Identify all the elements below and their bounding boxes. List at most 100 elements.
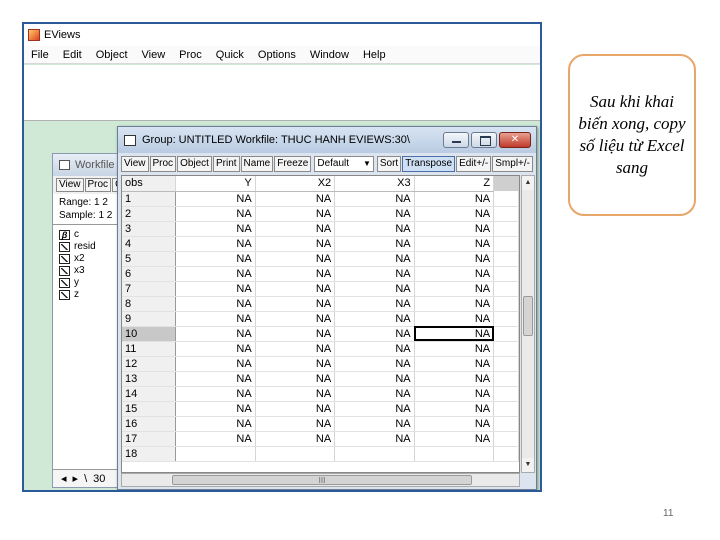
row-header[interactable]: 10 [122, 326, 177, 342]
table-row[interactable]: 5 NA NA NA NA [122, 251, 519, 267]
cell-x3[interactable]: NA [334, 296, 415, 312]
horizontal-scroll-thumb[interactable]: III [172, 475, 472, 485]
cell-x3[interactable]: NA [334, 386, 415, 402]
menu-object[interactable]: Object [89, 49, 135, 61]
cell-x3[interactable]: NA [334, 206, 415, 222]
cell-x2[interactable]: NA [255, 341, 336, 357]
column-header-x2[interactable]: X2 [255, 176, 336, 192]
cell-y[interactable]: NA [175, 206, 256, 222]
table-row[interactable]: 6 NA NA NA NA [122, 266, 519, 282]
row-header[interactable]: 7 [122, 281, 177, 297]
row-header[interactable]: 9 [122, 311, 177, 327]
menu-file[interactable]: File [24, 49, 56, 61]
row-header[interactable]: 14 [122, 386, 177, 402]
table-row[interactable]: 9 NA NA NA NA [122, 311, 519, 327]
table-row[interactable]: 1 NA NA NA NA [122, 191, 519, 207]
cell-z[interactable]: NA [414, 386, 495, 402]
cell-y[interactable]: NA [175, 371, 256, 387]
cell-x3[interactable]: NA [334, 431, 415, 447]
cell-x2[interactable]: NA [255, 296, 336, 312]
cell-y[interactable]: NA [175, 281, 256, 297]
freeze-button[interactable]: Freeze [274, 156, 312, 172]
vertical-scrollbar[interactable]: ▲ ▼ [521, 175, 535, 473]
object-button[interactable]: Object [177, 156, 212, 172]
command-window[interactable] [24, 65, 540, 121]
menu-view[interactable]: View [135, 49, 173, 61]
table-row[interactable]: 12 NA NA NA NA [122, 356, 519, 372]
cell-z[interactable]: NA [414, 341, 495, 357]
table-row[interactable]: 3 NA NA NA NA [122, 221, 519, 237]
cell-z[interactable]: NA [414, 416, 495, 432]
menu-help[interactable]: Help [356, 49, 393, 61]
cell-y[interactable]: NA [175, 341, 256, 357]
cell-y[interactable]: NA [175, 386, 256, 402]
cell-z[interactable]: NA [414, 191, 495, 207]
menu-quick[interactable]: Quick [209, 49, 251, 61]
maximize-icon[interactable] [471, 132, 497, 148]
cell-x2[interactable]: NA [255, 236, 336, 252]
cell-y[interactable]: NA [175, 326, 256, 342]
cell-x2[interactable]: NA [255, 431, 336, 447]
cell-y[interactable]: NA [175, 266, 256, 282]
cell-z[interactable]: NA [414, 206, 495, 222]
row-header[interactable]: 5 [122, 251, 177, 267]
row-header[interactable]: 4 [122, 236, 177, 252]
cell-x2[interactable]: NA [255, 416, 336, 432]
table-row[interactable]: 11 NA NA NA NA [122, 341, 519, 357]
menu-edit[interactable]: Edit [56, 49, 89, 61]
row-header[interactable]: 1 [122, 191, 177, 207]
name-button[interactable]: Name [240, 156, 274, 172]
row-header[interactable]: 17 [122, 431, 177, 447]
table-row[interactable]: 15 NA NA NA NA [122, 401, 519, 417]
cell-x3[interactable] [334, 446, 415, 462]
cell-x3[interactable]: NA [334, 221, 415, 237]
smpl-toggle-button[interactable]: Smpl+/- [492, 156, 533, 172]
row-header[interactable]: 15 [122, 401, 177, 417]
row-header[interactable]: 18 [122, 446, 177, 462]
edit-toggle-button[interactable]: Edit+/- [456, 156, 492, 172]
table-row[interactable]: 16 NA NA NA NA [122, 416, 519, 432]
row-header[interactable]: 8 [122, 296, 177, 312]
view-button[interactable]: View [121, 156, 149, 172]
cell-x3[interactable]: NA [334, 281, 415, 297]
proc-button[interactable]: Proc [149, 156, 177, 172]
column-header-x3[interactable]: X3 [334, 176, 415, 192]
cell-x2[interactable]: NA [255, 206, 336, 222]
cell-z[interactable]: NA [414, 266, 495, 282]
tab-scroll-left-icon[interactable]: ◂ [61, 472, 67, 485]
table-row[interactable]: 17 NA NA NA NA [122, 431, 519, 447]
close-icon[interactable] [499, 132, 531, 148]
row-header[interactable]: 11 [122, 341, 177, 357]
table-row[interactable]: 14 NA NA NA NA [122, 386, 519, 402]
sort-button[interactable]: Sort [376, 156, 402, 172]
row-header[interactable]: 6 [122, 266, 177, 282]
cell-x2[interactable]: NA [255, 371, 336, 387]
cell-y[interactable]: NA [175, 416, 256, 432]
minimize-icon[interactable] [443, 132, 469, 148]
cell-x3[interactable]: NA [334, 311, 415, 327]
cell-y[interactable]: NA [175, 431, 256, 447]
cell-x3[interactable]: NA [334, 341, 415, 357]
cell-x3[interactable]: NA [334, 401, 415, 417]
menu-proc[interactable]: Proc [172, 49, 209, 61]
cell-z[interactable]: NA [414, 326, 495, 342]
transpose-button[interactable]: Transpose [402, 156, 456, 172]
workfile-tab[interactable]: 30 [93, 473, 105, 485]
table-row[interactable]: 13 NA NA NA NA [122, 371, 519, 387]
menu-options[interactable]: Options [251, 49, 303, 61]
cell-x3[interactable]: NA [334, 251, 415, 267]
cell-x3[interactable]: NA [334, 266, 415, 282]
cell-z[interactable]: NA [414, 296, 495, 312]
cell-z[interactable]: NA [414, 401, 495, 417]
cell-y[interactable]: NA [175, 191, 256, 207]
menu-window[interactable]: Window [303, 49, 356, 61]
cell-x2[interactable]: NA [255, 311, 336, 327]
cell-x3[interactable]: NA [334, 416, 415, 432]
cell-z[interactable]: NA [414, 371, 495, 387]
cell-x2[interactable]: NA [255, 251, 336, 267]
cell-y[interactable]: NA [175, 311, 256, 327]
cell-x3[interactable]: NA [334, 356, 415, 372]
row-header[interactable]: 16 [122, 416, 177, 432]
cell-x2[interactable]: NA [255, 326, 336, 342]
cell-x2[interactable] [255, 446, 336, 462]
